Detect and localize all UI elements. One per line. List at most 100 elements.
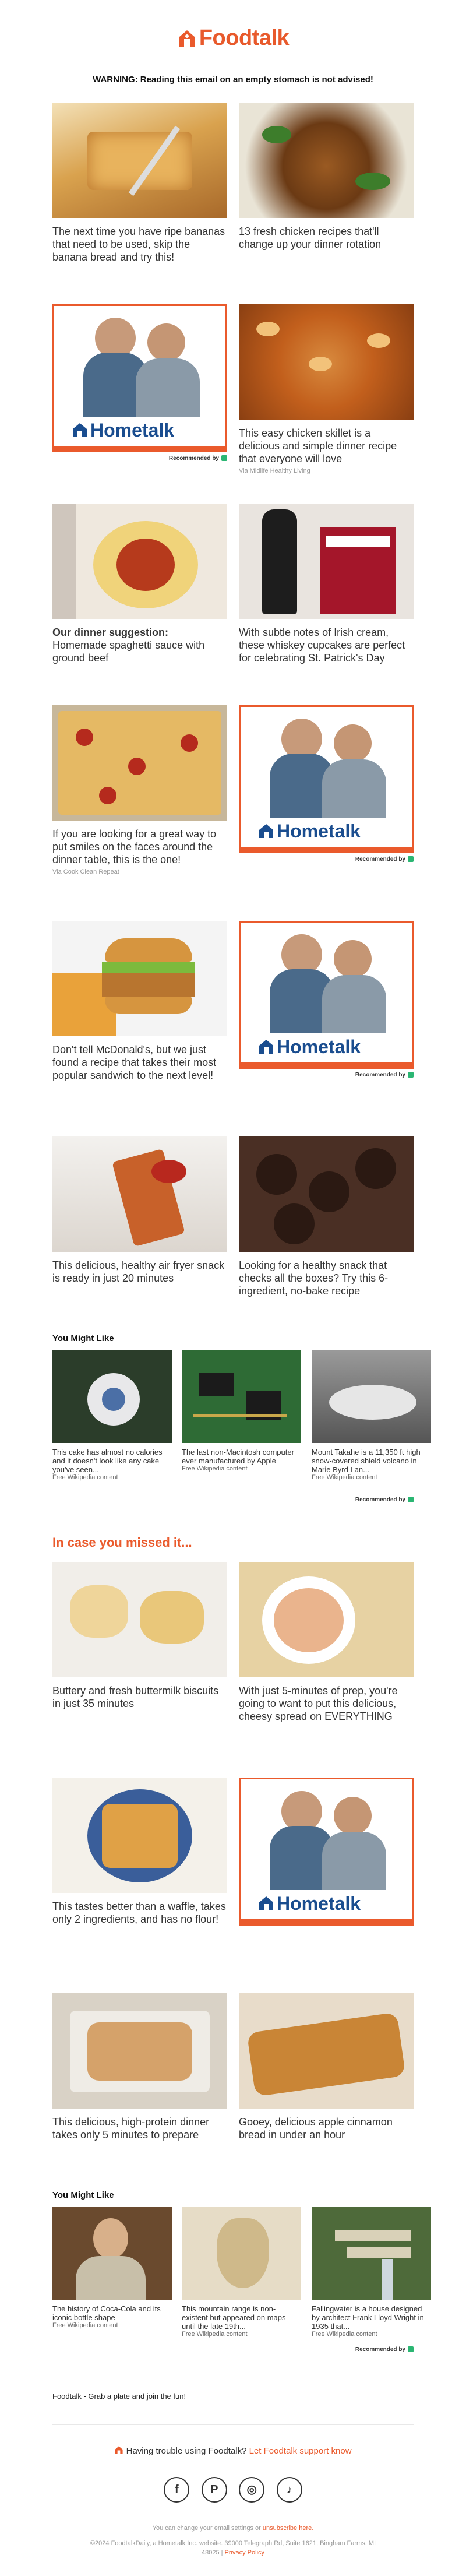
recommendation-item[interactable]: The last non-Macintosh computer ever man… (182, 1350, 301, 1472)
article-image[interactable] (52, 1778, 227, 1893)
article-image[interactable] (52, 705, 227, 821)
hometalk-ad[interactable]: Hometalk Recommended by (239, 705, 414, 863)
article-card[interactable]: Buttery and fresh buttermilk biscuits in… (52, 1562, 227, 1710)
article-image[interactable] (52, 504, 227, 619)
recommended-by[interactable]: Recommended by (297, 1497, 414, 1503)
hometalk-logo: Hometalk (258, 821, 361, 842)
ad-banner[interactable]: Hometalk (239, 921, 414, 1069)
recommendation-source: Free Wikipedia content (312, 1474, 377, 1481)
hometalk-house-icon (259, 1896, 273, 1910)
article-image[interactable] (52, 1562, 227, 1677)
pinterest-icon[interactable]: P (201, 2477, 227, 2503)
you-might-like-heading: You Might Like (52, 1333, 114, 1343)
article-card[interactable]: Our dinner suggestion: Homemade spaghetti… (52, 504, 227, 664)
foodtalk-logo[interactable]: Foodtalk (52, 26, 414, 51)
instagram-icon[interactable]: ◎ (239, 2477, 265, 2503)
article-card[interactable]: If you are looking for a great way to pu… (52, 705, 227, 875)
article-image[interactable] (52, 103, 227, 218)
recommended-by[interactable]: Recommended by (297, 2346, 414, 2353)
article-title[interactable]: This tastes better than a waffle, takes … (52, 1900, 227, 1926)
article-title[interactable]: The next time you have ripe bananas that… (52, 225, 227, 263)
article-image[interactable] (239, 304, 414, 420)
tiktok-icon[interactable]: ♪ (276, 2477, 302, 2503)
article-image[interactable] (239, 504, 414, 619)
article-card[interactable]: This delicious, high-protein dinner take… (52, 1993, 227, 2141)
article-card[interactable]: The next time you have ripe bananas that… (52, 103, 227, 263)
article-title[interactable]: With just 5-minutes of prep, you're goin… (239, 1684, 414, 1723)
article-title[interactable]: Looking for a healthy snack that checks … (239, 1259, 414, 1297)
missed-heading: In case you missed it... (52, 1535, 192, 1550)
recommendation-logo-icon (408, 1072, 414, 1078)
email-settings-line: You can change your email settings or un… (152, 2525, 314, 2532)
article-title[interactable]: 13 fresh chicken recipes that'll change … (239, 225, 414, 251)
ad-accent-bar (241, 1062, 412, 1067)
article-title[interactable]: With subtle notes of Irish cream, these … (239, 626, 414, 664)
article-image[interactable] (239, 1562, 414, 1677)
article-title[interactable]: Buttery and fresh buttermilk biscuits in… (52, 1684, 227, 1710)
article-card[interactable]: Gooey, delicious apple cinnamon bread in… (239, 1993, 414, 2141)
recommendation-image[interactable] (182, 2207, 301, 2300)
article-image[interactable] (239, 1993, 414, 2109)
recommended-by[interactable]: Recommended by (239, 1072, 414, 1078)
article-title[interactable]: If you are looking for a great way to pu… (52, 828, 227, 866)
article-title[interactable]: This delicious, high-protein dinner take… (52, 2116, 227, 2141)
recommendation-logo-icon (408, 856, 414, 863)
article-card[interactable]: This tastes better than a waffle, takes … (52, 1778, 227, 1926)
hometalk-house-icon (73, 423, 87, 437)
hometalk-house-icon (259, 1040, 273, 1054)
support-link[interactable]: Let Foodtalk support know (249, 2446, 352, 2456)
hometalk-logo: Hometalk (258, 1893, 361, 1915)
recommended-by[interactable]: Recommended by (239, 856, 414, 863)
recommendation-image[interactable] (312, 1350, 431, 1443)
article-image[interactable] (52, 1993, 227, 2109)
hometalk-ad[interactable]: Hometalk Recommended by (239, 921, 414, 1078)
recommendation-item[interactable]: Mount Takahe is a 11,350 ft high snow-co… (312, 1350, 431, 1481)
footer-tagline: Foodtalk - Grab a plate and join the fun… (52, 2392, 186, 2401)
article-card[interactable]: This delicious, healthy air fryer snack … (52, 1136, 227, 1285)
ad-accent-bar (241, 1919, 412, 1924)
article-image[interactable] (239, 103, 414, 218)
recommendation-item[interactable]: The history of Coca-Cola and its iconic … (52, 2207, 172, 2329)
recommendation-title[interactable]: Fallingwater is a house designed by arch… (312, 2304, 431, 2331)
ad-banner[interactable]: Hometalk (239, 1778, 414, 1926)
article-title[interactable]: This delicious, healthy air fryer snack … (52, 1259, 227, 1285)
ad-banner[interactable]: Hometalk (52, 304, 227, 452)
hometalk-ad[interactable]: Hometalk Recommended by (52, 304, 227, 462)
ad-accent-bar (241, 847, 412, 851)
recommendation-image[interactable] (312, 2207, 431, 2300)
unsubscribe-link[interactable]: unsubscribe here. (263, 2525, 313, 2532)
privacy-policy-link[interactable]: Privacy Policy (225, 2549, 264, 2556)
article-title[interactable]: Gooey, delicious apple cinnamon bread in… (239, 2116, 414, 2141)
recommendation-title[interactable]: The last non-Macintosh computer ever man… (182, 1448, 301, 1465)
article-card[interactable]: This easy chicken skillet is a delicious… (239, 304, 414, 474)
house-logo-icon (115, 2446, 123, 2454)
hometalk-house-icon (259, 824, 273, 838)
recommendation-title[interactable]: The history of Coca-Cola and its iconic … (52, 2304, 172, 2322)
article-card[interactable]: 13 fresh chicken recipes that'll change … (239, 103, 414, 251)
recommendation-title[interactable]: This mountain range is non-existent but … (182, 2304, 301, 2331)
hometalk-ad[interactable]: Hometalk (239, 1778, 414, 1926)
article-card[interactable]: Don't tell McDonald's, but we just found… (52, 921, 227, 1082)
article-card[interactable]: With just 5-minutes of prep, you're goin… (239, 1562, 414, 1723)
recommendation-image[interactable] (52, 1350, 172, 1443)
article-image[interactable] (52, 921, 227, 1036)
article-card[interactable]: With subtle notes of Irish cream, these … (239, 504, 414, 664)
recommended-by[interactable]: Recommended by (52, 455, 227, 462)
recommendation-image[interactable] (182, 1350, 301, 1443)
ad-banner[interactable]: Hometalk (239, 705, 414, 853)
article-image[interactable] (239, 1136, 414, 1252)
recommendation-item[interactable]: This mountain range is non-existent but … (182, 2207, 301, 2338)
article-title[interactable]: This easy chicken skillet is a delicious… (239, 427, 414, 465)
recommendation-item[interactable]: Fallingwater is a house designed by arch… (312, 2207, 431, 2338)
facebook-icon[interactable]: f (164, 2477, 190, 2503)
article-title[interactable]: Don't tell McDonald's, but we just found… (52, 1043, 227, 1082)
hometalk-logo: Hometalk (72, 420, 174, 441)
recommendation-image[interactable] (52, 2207, 172, 2300)
article-image[interactable] (52, 1136, 227, 1252)
article-title[interactable]: Our dinner suggestion: Homemade spaghetti… (52, 626, 227, 664)
support-text: Having trouble using Foodtalk? (126, 2446, 247, 2456)
article-card[interactable]: Looking for a healthy snack that checks … (239, 1136, 414, 1297)
recommendation-title[interactable]: Mount Takahe is a 11,350 ft high snow-co… (312, 1448, 431, 1474)
recommendation-item[interactable]: This cake has almost no calories and it … (52, 1350, 172, 1481)
recommendation-title[interactable]: This cake has almost no calories and it … (52, 1448, 172, 1474)
